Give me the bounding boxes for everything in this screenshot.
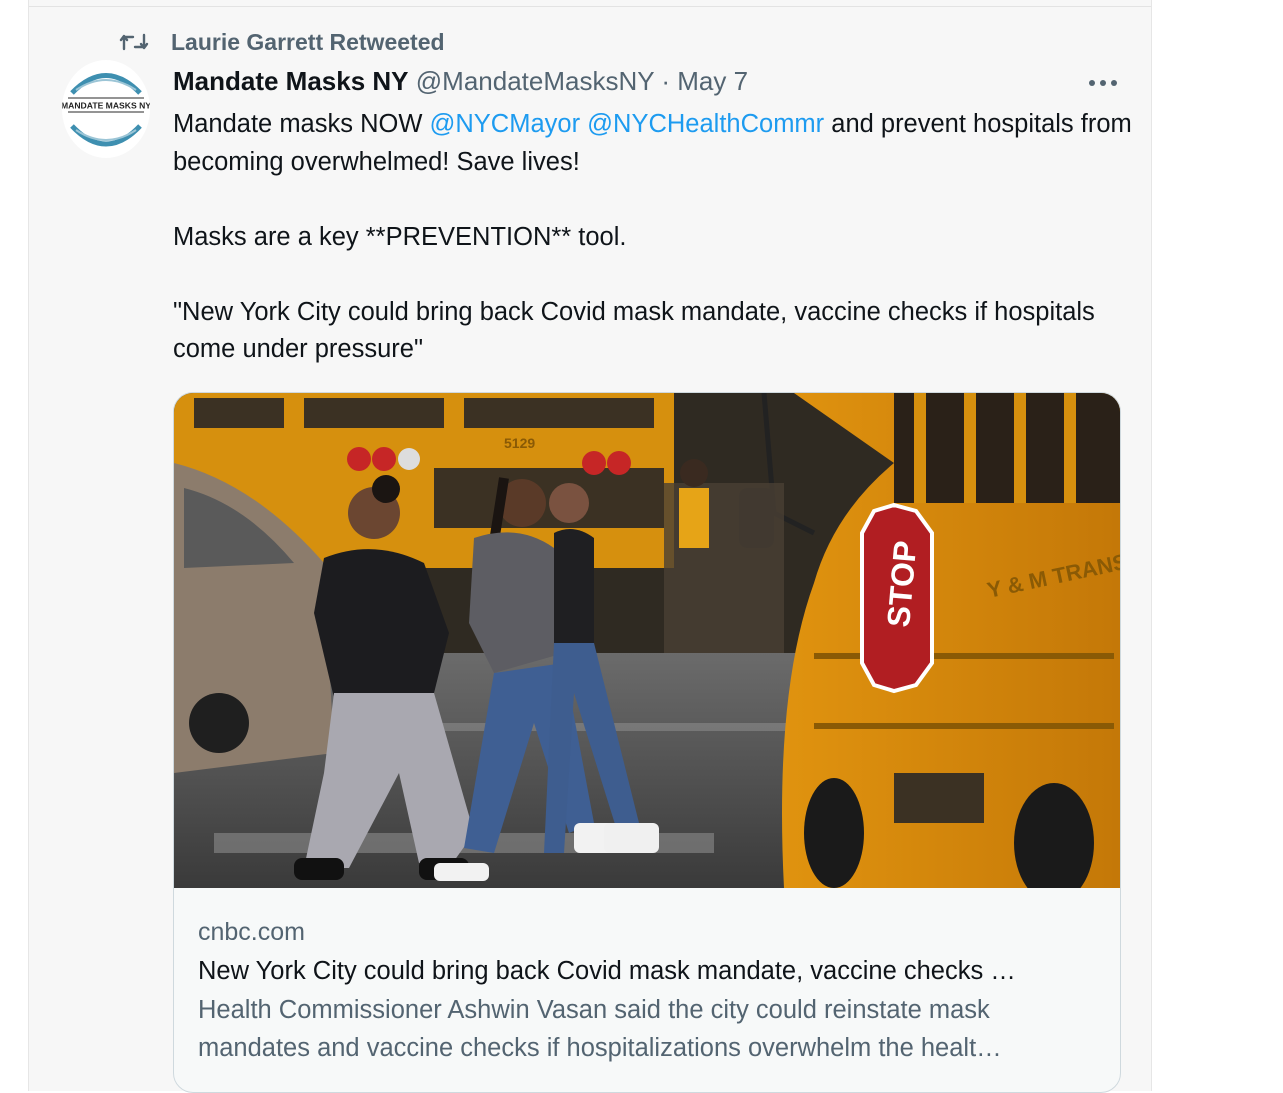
retweet-icon (119, 33, 149, 51)
author-name[interactable]: Mandate Masks NY (173, 66, 409, 96)
author-handle[interactable]: @MandateMasksNY (416, 66, 654, 96)
avatar-text: MANDATE MASKS NY (62, 101, 150, 111)
bus-number: 5129 (504, 435, 535, 451)
tweet-header: Mandate Masks NY @MandateMasksNY · May 7 (173, 66, 748, 97)
header-separator: · (661, 66, 671, 96)
tweet-date[interactable]: May 7 (677, 66, 748, 96)
avatar[interactable]: MANDATE MASKS NY (62, 60, 150, 158)
more-button[interactable] (1085, 70, 1121, 96)
tweet-paragraph-2: Masks are a key **PREVENTION** tool. (173, 222, 627, 251)
tweet-paragraph-1: Mandate masks NOW @NYCMayor @NYCHealthCo… (173, 106, 1133, 181)
tweet-text-segment: Mandate masks NOW (173, 110, 430, 138)
retweet-label[interactable]: Laurie Garrett Retweeted (171, 29, 445, 56)
mention-link[interactable]: @NYCMayor (429, 110, 580, 138)
retweet-header: Laurie Garrett Retweeted (119, 28, 445, 56)
tweet-paragraph-3: "New York City could bring back Covid ma… (173, 297, 1095, 364)
tweet-card[interactable]: Laurie Garrett Retweeted MANDATE MASKS N… (28, 0, 1152, 1093)
stop-sign-text: STOP (880, 539, 923, 628)
link-preview-card[interactable]: 5129 Y & M TRANSIT CORP STOP (173, 392, 1121, 1093)
divider (29, 6, 1151, 7)
tweet-text: Mandate masks NOW @NYCMayor @NYCHealthCo… (173, 106, 1133, 369)
article-image[interactable]: 5129 Y & M TRANSIT CORP STOP (174, 393, 1120, 888)
mention-link[interactable]: @NYCHealthCommr (587, 110, 824, 138)
link-description: Health Commissioner Ashwin Vasan said th… (198, 996, 1002, 1062)
link-domain: cnbc.com (198, 918, 305, 946)
link-title[interactable]: New York City could bring back Covid mas… (198, 951, 1098, 991)
link-meta: cnbc.com New York City could bring back … (198, 913, 1098, 1067)
more-horizontal-icon (1089, 80, 1117, 86)
